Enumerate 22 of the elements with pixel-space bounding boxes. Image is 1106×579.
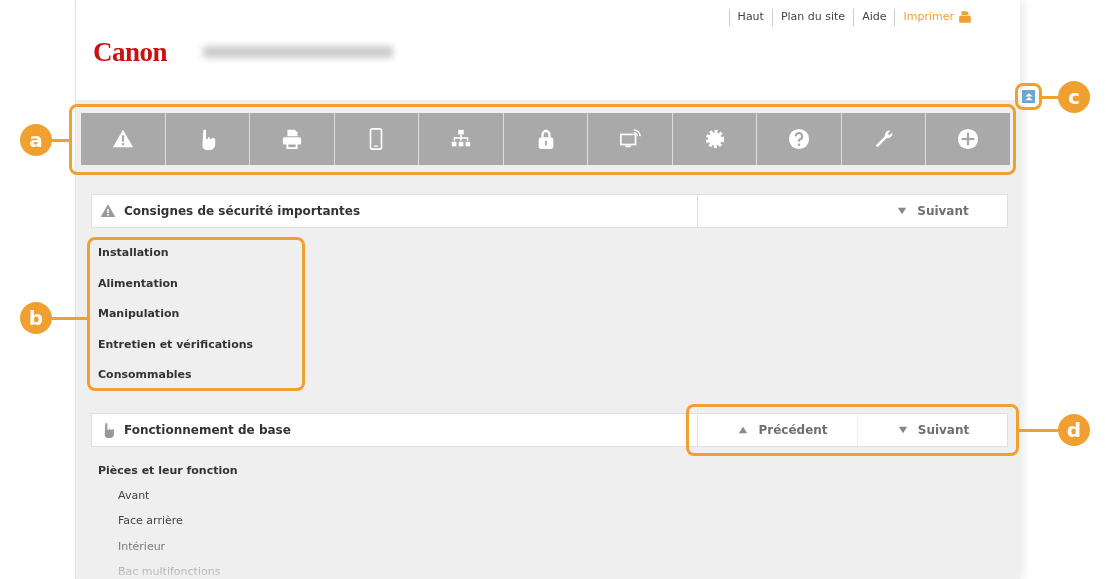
topic-link[interactable]: Entretien et vérifications (98, 336, 254, 352)
topic-link[interactable]: Manipulation (98, 306, 180, 321)
canon-logo: Canon (93, 35, 168, 69)
next-button[interactable]: Suivant (857, 195, 1007, 227)
next-button[interactable]: Suivant (857, 413, 1007, 446)
topic-link[interactable]: Installation (98, 245, 169, 260)
header-link[interactable]: Haut (728, 9, 772, 26)
topic-link[interactable]: Consommables (98, 367, 192, 382)
section-title: Fonctionnement de base (124, 421, 291, 439)
callout-label: a (20, 124, 52, 156)
subtopic-link[interactable]: Face arrière (118, 513, 183, 528)
callout-label: b (20, 302, 52, 334)
callout-label: d (1058, 414, 1090, 446)
topic-link[interactable]: Alimentation (98, 275, 178, 291)
section-title: Consignes de sécurité importantes (124, 203, 361, 220)
header-link[interactable]: Plan du site (771, 9, 854, 26)
subtopic-link[interactable]: Avant (118, 487, 150, 503)
header-link[interactable]: Aide (853, 9, 895, 26)
previous-button[interactable]: Précédent (707, 413, 857, 446)
topic-link[interactable]: Pièces et leur fonction (98, 462, 238, 478)
callout-label: c (1058, 81, 1090, 113)
subtopic-link[interactable]: Intérieur (118, 538, 166, 554)
